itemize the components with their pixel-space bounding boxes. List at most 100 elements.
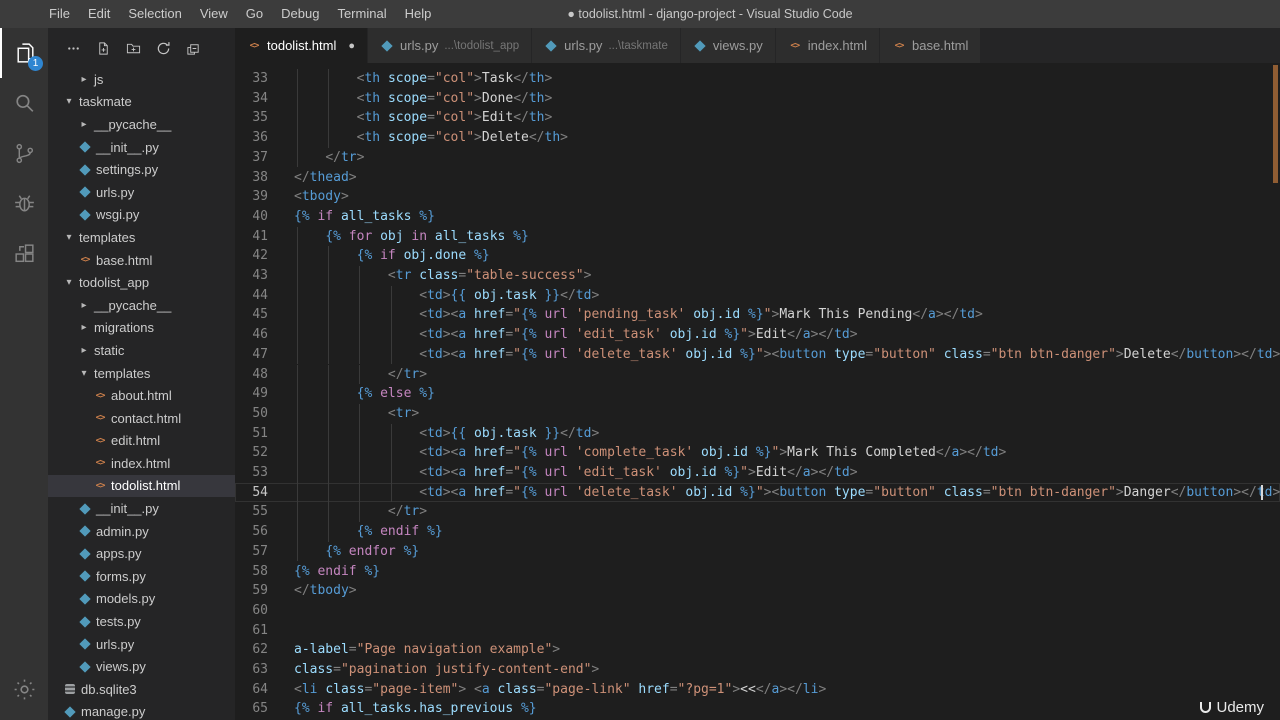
tab-base.html[interactable]: <> base.html: [879, 28, 982, 63]
menu-edit[interactable]: Edit: [79, 0, 119, 28]
code-line-64[interactable]: 64 <li class="page-item"> <a class="page-…: [235, 680, 1280, 700]
tree-item-__init__.py[interactable]: __init__.py: [48, 136, 235, 159]
tree-item-about.html[interactable]: <> about.html: [48, 384, 235, 407]
tree-item-db.sqlite3[interactable]: db.sqlite3: [48, 678, 235, 701]
code-line-37[interactable]: 37 </tr>: [235, 147, 1280, 168]
explorer-icon[interactable]: 1: [0, 28, 48, 78]
tab-todolist.html[interactable]: <> todolist.html ●: [235, 28, 369, 63]
code-line-39[interactable]: 39 <tbody>: [235, 187, 1280, 207]
extensions-icon[interactable]: [0, 228, 48, 278]
code-line-40[interactable]: 40 {% if all_tasks %}: [235, 207, 1280, 227]
code-line-50[interactable]: 50 <tr>: [235, 403, 1280, 424]
menu-go[interactable]: Go: [237, 0, 272, 28]
tree-item-urls.py[interactable]: urls.py: [48, 181, 235, 204]
tree-item-templates[interactable]: ▾ templates: [48, 226, 235, 249]
code-line-56[interactable]: 56 {% endif %}: [235, 522, 1280, 542]
menu-view[interactable]: View: [191, 0, 237, 28]
tree-item-contact.html[interactable]: <> contact.html: [48, 407, 235, 430]
tree-item-manage.py[interactable]: manage.py: [48, 701, 235, 720]
tree-item-label: about.html: [111, 388, 172, 404]
code-line-38[interactable]: 38 </thead>: [235, 168, 1280, 188]
code-line-60[interactable]: 60: [235, 601, 1280, 621]
tree-item-settings.py[interactable]: settings.py: [48, 158, 235, 181]
code-line-34[interactable]: 34 <th scope="col">Done</th>: [235, 88, 1280, 109]
tree-item-forms.py[interactable]: forms.py: [48, 565, 235, 588]
tree-item-todolist.html[interactable]: <> todolist.html: [48, 474, 235, 498]
code-line-58[interactable]: 58 {% endif %}: [235, 562, 1280, 582]
code-line-48[interactable]: 48 </tr>: [235, 364, 1280, 385]
code-line-46[interactable]: 46 <td><a href="{% url 'edit_task' obj.i…: [235, 325, 1280, 345]
code-line-54[interactable]: 54 <td><a href="{% url 'delete_task' obj…: [235, 482, 1280, 503]
chevron-right-icon: ▸: [81, 73, 87, 85]
ellipsis-icon[interactable]: [66, 41, 81, 56]
html-file-icon: <>: [894, 40, 905, 51]
code-line-61[interactable]: 61: [235, 621, 1280, 641]
tree-item-label: __pycache__: [94, 116, 172, 132]
code-editor[interactable]: 33 <th scope="col">Task</th> 34 <th scope…: [235, 63, 1280, 720]
collapse-all-icon[interactable]: [186, 41, 201, 56]
tree-item-apps.py[interactable]: apps.py: [48, 542, 235, 565]
tree-item-migrations[interactable]: ▸ migrations: [48, 317, 235, 340]
code-line-35[interactable]: 35 <th scope="col">Edit</th>: [235, 108, 1280, 129]
tree-item-static[interactable]: ▸ static: [48, 339, 235, 362]
code-line-45[interactable]: 45 <td><a href="{% url 'pending_task' ob…: [235, 305, 1280, 326]
tree-item-__init__.py[interactable]: __init__.py: [48, 497, 235, 520]
code-line-53[interactable]: 53 <td><a href="{% url 'edit_task' obj.i…: [235, 463, 1280, 483]
tree-item-label: __pycache__: [94, 297, 172, 313]
code-line-62[interactable]: 62 a-label="Page navigation example">: [235, 640, 1280, 660]
tree-item-__pycache__[interactable]: ▸ __pycache__: [48, 294, 235, 317]
new-folder-icon[interactable]: [126, 41, 141, 56]
chevron-right-icon: ▸: [81, 118, 87, 130]
code-line-51[interactable]: 51 <td>{{ obj.task }}</td>: [235, 423, 1280, 444]
tree-item-__pycache__[interactable]: ▸ __pycache__: [48, 113, 235, 136]
code-line-49[interactable]: 49 {% else %}: [235, 384, 1280, 404]
code-line-63[interactable]: 63 class="pagination justify-content-end"…: [235, 660, 1280, 680]
code-line-47[interactable]: 47 <td><a href="{% url 'delete_task' obj…: [235, 344, 1280, 365]
code-line-36[interactable]: 36 <th scope="col">Delete</th>: [235, 128, 1280, 148]
tree-item-urls.py[interactable]: urls.py: [48, 633, 235, 656]
code-line-55[interactable]: 55 </tr>: [235, 502, 1280, 523]
code-line-59[interactable]: 59 </tbody>: [235, 581, 1280, 601]
menu-selection[interactable]: Selection: [119, 0, 190, 28]
line-number: 44: [252, 287, 268, 303]
tree-item-base.html[interactable]: <> base.html: [48, 249, 235, 272]
tree-item-views.py[interactable]: views.py: [48, 655, 235, 678]
settings-icon[interactable]: [0, 664, 48, 714]
code-line-41[interactable]: 41 {% for obj in all_tasks %}: [235, 226, 1280, 247]
code-line-43[interactable]: 43 <tr class="table-success">: [235, 266, 1280, 286]
menu-help[interactable]: Help: [396, 0, 441, 28]
code-text: <td><a href="{% url 'pending_task' obj.i…: [419, 307, 983, 323]
search-icon[interactable]: [0, 78, 48, 128]
tree-item-taskmate[interactable]: ▾ taskmate: [48, 91, 235, 114]
tree-item-index.html[interactable]: <> index.html: [48, 452, 235, 475]
code-line-57[interactable]: 57 {% endfor %}: [235, 541, 1280, 562]
code-line-33[interactable]: 33 <th scope="col">Task</th>: [235, 69, 1280, 89]
debug-icon[interactable]: [0, 178, 48, 228]
menu-debug[interactable]: Debug: [272, 0, 328, 28]
tree-item-models.py[interactable]: models.py: [48, 588, 235, 611]
refresh-icon[interactable]: [156, 41, 171, 56]
code-line-44[interactable]: 44 <td>{{ obj.task }}</td>: [235, 285, 1280, 306]
menu-terminal[interactable]: Terminal: [328, 0, 395, 28]
code-line-52[interactable]: 52 <td><a href="{% url 'complete_task' o…: [235, 443, 1280, 463]
tab-urls.py[interactable]: urls.py ...\todolist_app: [368, 28, 533, 63]
tree-item-todolist_app[interactable]: ▾ todolist_app: [48, 271, 235, 294]
code-line-65[interactable]: 65 {% if all_tasks.has_previous %}: [235, 699, 1280, 719]
source-control-icon[interactable]: [0, 128, 48, 178]
tree-item-wsgi.py[interactable]: wsgi.py: [48, 204, 235, 227]
tab-views.py[interactable]: views.py: [680, 28, 776, 63]
html-file-icon: <>: [249, 40, 260, 51]
tree-item-admin.py[interactable]: admin.py: [48, 520, 235, 543]
code-text: {% endif %}: [294, 563, 381, 579]
tab-urls.py[interactable]: urls.py ...\taskmate: [532, 28, 681, 63]
code-line-42[interactable]: 42 {% if obj.done %}: [235, 246, 1280, 266]
line-number: 57: [252, 543, 268, 559]
scrollbar-overview-ruler[interactable]: [1273, 65, 1278, 183]
tab-index.html[interactable]: <> index.html: [775, 28, 880, 63]
tree-item-js[interactable]: ▸ js: [48, 68, 235, 91]
menu-file[interactable]: File: [40, 0, 79, 28]
tree-item-templates[interactable]: ▾ templates: [48, 362, 235, 385]
tree-item-tests.py[interactable]: tests.py: [48, 610, 235, 633]
tree-item-edit.html[interactable]: <> edit.html: [48, 430, 235, 453]
new-file-icon[interactable]: [96, 41, 111, 56]
